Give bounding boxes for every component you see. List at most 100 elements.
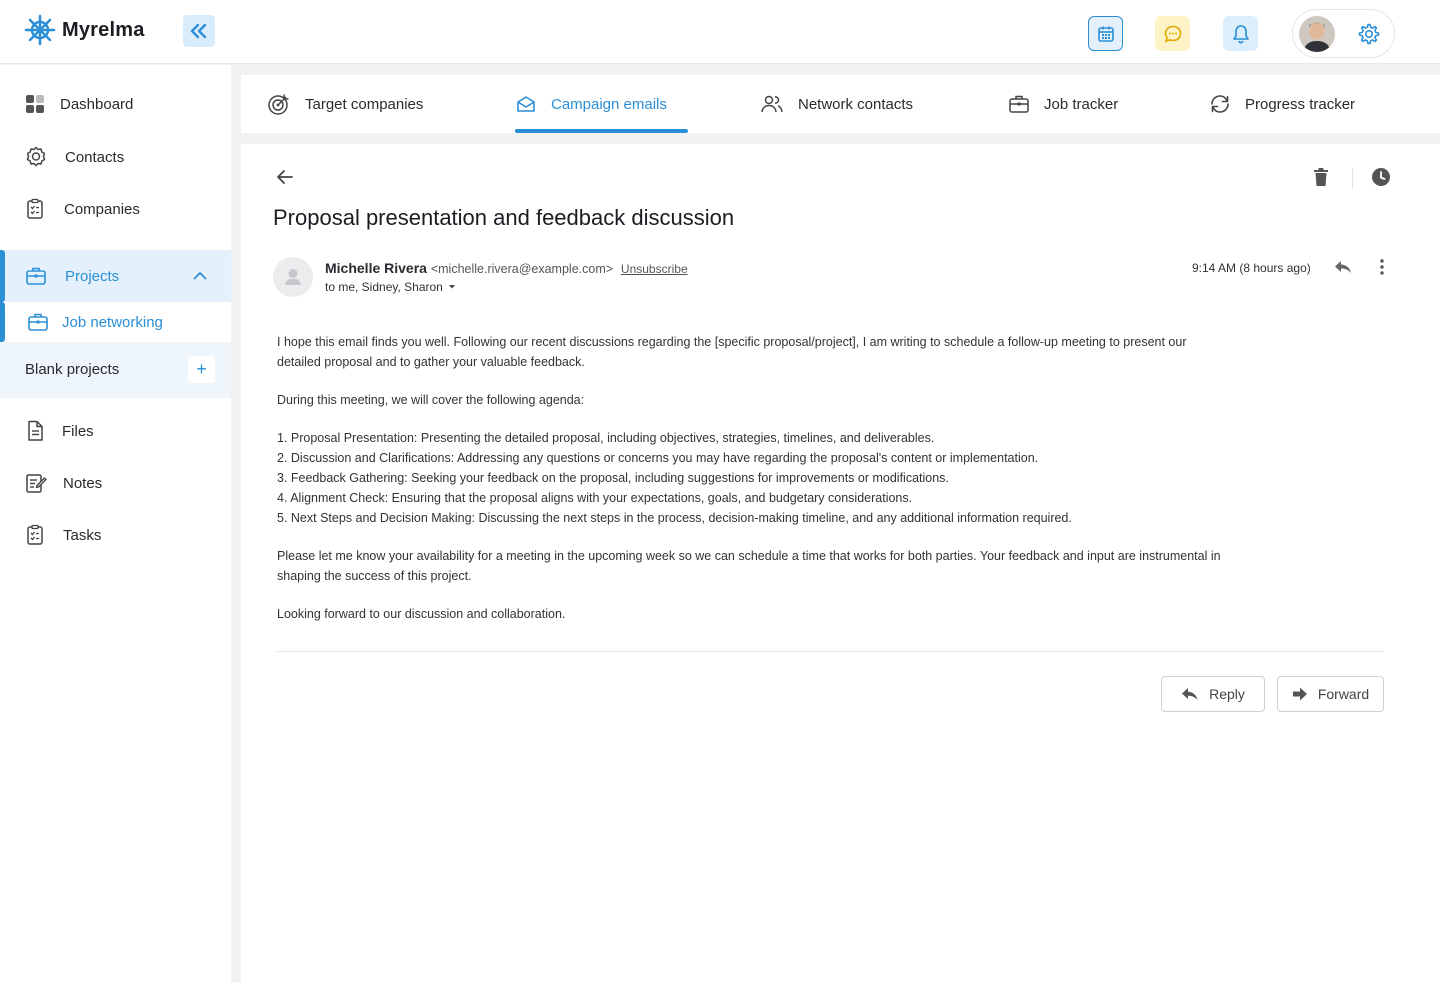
tab-target-companies[interactable]: Target companies (267, 75, 423, 133)
projects-submenu: Job networking Blank projects + (0, 302, 231, 398)
email-paragraph: I hope this email finds you well. Follow… (277, 335, 1187, 369)
contacts-icon (26, 146, 46, 167)
tab-campaign-emails[interactable]: Campaign emails (515, 75, 667, 133)
active-indicator (0, 250, 5, 302)
clock-icon (1372, 168, 1390, 186)
clipboard-icon (27, 524, 43, 545)
sidebar-item-label: Contacts (65, 148, 125, 166)
more-options-button[interactable] (1372, 257, 1392, 277)
email-subject: Proposal presentation and feedback discu… (273, 205, 735, 230)
profile-menu[interactable] (1292, 9, 1395, 58)
agenda-item: 1. Proposal Presentation: Presenting the… (277, 431, 935, 445)
toolbar-divider (1352, 168, 1353, 188)
email-paragraph: Please let me know your availability for… (277, 549, 1221, 583)
app-name: Myrelma (62, 18, 145, 41)
snooze-button[interactable] (1371, 167, 1391, 187)
email-timestamp: 9:14 AM (8 hours ago) (1192, 261, 1311, 275)
dashboard-icon (26, 95, 44, 113)
reply-label: Reply (1209, 686, 1245, 702)
sender-email: <michelle.rivera@example.com> (430, 262, 614, 276)
more-vertical-icon (1380, 259, 1384, 275)
reply-button[interactable]: Reply (1161, 676, 1265, 712)
sidebar-item-contacts[interactable]: Contacts (0, 131, 231, 183)
sidebar-item-job-networking[interactable]: Job networking (0, 302, 231, 342)
notifications-button[interactable] (1223, 16, 1258, 51)
sidebar-item-projects[interactable]: Projects (0, 250, 231, 302)
people-icon (761, 95, 783, 113)
forward-label: Forward (1317, 686, 1370, 702)
email-paragraph: Looking forward to our discussion and co… (277, 607, 566, 621)
target-icon (268, 94, 289, 115)
sidebar-item-companies[interactable]: Companies (0, 183, 231, 235)
briefcase-icon (1009, 95, 1029, 113)
sidebar-item-label: Blank projects (25, 361, 120, 378)
top-bar: Myrelma (0, 0, 1440, 64)
sender-info: Michelle Rivera <michelle.rivera@example… (325, 260, 688, 276)
agenda-item: 4. Alignment Check: Ensuring that the pr… (277, 491, 913, 505)
notes-icon (26, 474, 47, 493)
agenda-item: 3. Feedback Gathering: Seeking your feed… (277, 471, 949, 485)
reply-icon (1182, 688, 1198, 700)
recipients-toggle[interactable]: to me, Sidney, Sharon (325, 280, 457, 294)
sidebar-item-label: Dashboard (60, 95, 134, 113)
forward-button[interactable]: Forward (1277, 676, 1384, 712)
back-button[interactable] (275, 168, 295, 186)
tab-label: Target companies (305, 95, 424, 113)
helm-icon (24, 14, 56, 46)
collapse-sidebar-button[interactable] (183, 15, 215, 47)
briefcase-icon (26, 267, 46, 285)
sidebar-item-label: Notes (63, 474, 103, 492)
sidebar-item-notes[interactable]: Notes (0, 457, 231, 509)
sender-avatar (273, 257, 313, 297)
agenda-list: 1. Proposal Presentation: Presenting the… (277, 428, 1227, 528)
chat-icon (1164, 25, 1181, 42)
tab-label: Job tracker (1044, 95, 1119, 113)
mail-icon (517, 96, 535, 112)
tab-job-tracker[interactable]: Job tracker (1008, 75, 1118, 133)
sidebar: Dashboard Contacts Companies Projects Jo… (0, 65, 231, 982)
quick-reply-button[interactable] (1333, 257, 1353, 277)
tab-label: Network contacts (798, 95, 914, 113)
sidebar-item-dashboard[interactable]: Dashboard (0, 78, 231, 130)
sidebar-item-label: Companies (64, 200, 140, 218)
tab-label: Campaign emails (551, 95, 667, 113)
email-view: Proposal presentation and feedback discu… (241, 144, 1440, 982)
add-blank-project-button[interactable]: + (188, 356, 215, 383)
app-logo[interactable]: Myrelma (24, 14, 145, 46)
avatar[interactable] (1299, 16, 1335, 52)
sidebar-item-label: Files (62, 422, 94, 440)
reply-icon (1335, 261, 1351, 273)
sidebar-item-files[interactable]: Files (0, 405, 231, 457)
email-paragraph: During this meeting, we will cover the f… (277, 393, 585, 407)
agenda-item: 2. Discussion and Clarifications: Addres… (277, 451, 1039, 465)
file-icon (28, 420, 43, 441)
delete-button[interactable] (1313, 167, 1329, 187)
divider (277, 651, 1384, 652)
trash-icon (1314, 168, 1328, 186)
sidebar-item-label: Tasks (63, 526, 102, 544)
tab-label: Progress tracker (1245, 95, 1356, 113)
tab-network-contacts[interactable]: Network contacts (760, 75, 913, 133)
chevron-up-icon[interactable] (193, 271, 207, 280)
caret-down-icon (448, 285, 455, 289)
sidebar-item-tasks[interactable]: Tasks (0, 509, 231, 561)
active-tab-indicator (515, 129, 688, 133)
bell-icon (1232, 24, 1249, 44)
settings-button[interactable] (1357, 22, 1381, 46)
active-indicator (0, 302, 5, 342)
gear-icon (1358, 23, 1380, 45)
calendar-button[interactable] (1088, 16, 1123, 51)
sender-name: Michelle Rivera (325, 260, 427, 276)
briefcase-icon (28, 313, 48, 331)
recipients-text: to me, Sidney, Sharon (325, 280, 443, 294)
refresh-icon (1211, 95, 1229, 113)
arrow-left-icon (277, 170, 293, 184)
person-icon (285, 269, 301, 285)
tab-progress-tracker[interactable]: Progress tracker (1209, 75, 1355, 133)
sidebar-item-label: Projects (65, 267, 120, 285)
double-chevron-left-icon (190, 23, 207, 39)
messages-button[interactable] (1155, 16, 1190, 51)
sidebar-item-label: Job networking (62, 314, 163, 331)
project-tabs: Target companies Campaign emails Network… (241, 75, 1440, 133)
unsubscribe-link[interactable]: Unsubscribe (621, 262, 688, 276)
